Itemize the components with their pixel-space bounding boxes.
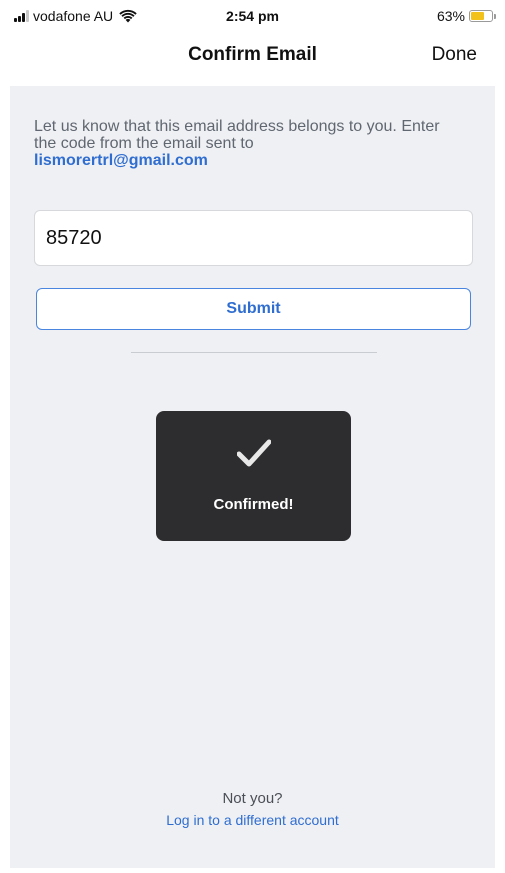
toast-message: Confirmed! bbox=[213, 496, 294, 513]
page-title: Confirm Email bbox=[188, 44, 317, 65]
battery-percentage: 63% bbox=[436, 8, 465, 24]
email-address: lismorertrl@gmail.com bbox=[34, 152, 208, 169]
divider bbox=[131, 352, 377, 353]
not-you-text: Not you? bbox=[222, 790, 283, 807]
checkmark-icon bbox=[156, 439, 351, 473]
submit-button[interactable]: Submit bbox=[36, 288, 471, 330]
battery-level-fill bbox=[471, 12, 484, 20]
confirm-email-content: Let us know that this email address belo… bbox=[10, 86, 495, 868]
confirmation-toast: Confirmed! bbox=[156, 411, 351, 541]
status-bar-right: 63% bbox=[436, 8, 496, 24]
status-time: 2:54 pm bbox=[226, 8, 279, 24]
navigation-bar: Confirm Email Done bbox=[0, 28, 505, 86]
battery-icon bbox=[469, 10, 496, 22]
status-bar: vodafone AU 2:54 pm 63% bbox=[0, 0, 505, 28]
done-button[interactable]: Done bbox=[432, 44, 477, 66]
instructions-body: Let us know that this email address belo… bbox=[34, 118, 440, 152]
log-in-different-account-link[interactable]: Log in to a different account bbox=[10, 812, 495, 828]
confirmation-code-input[interactable] bbox=[34, 210, 473, 266]
instructions-text: Let us know that this email address belo… bbox=[34, 118, 454, 169]
